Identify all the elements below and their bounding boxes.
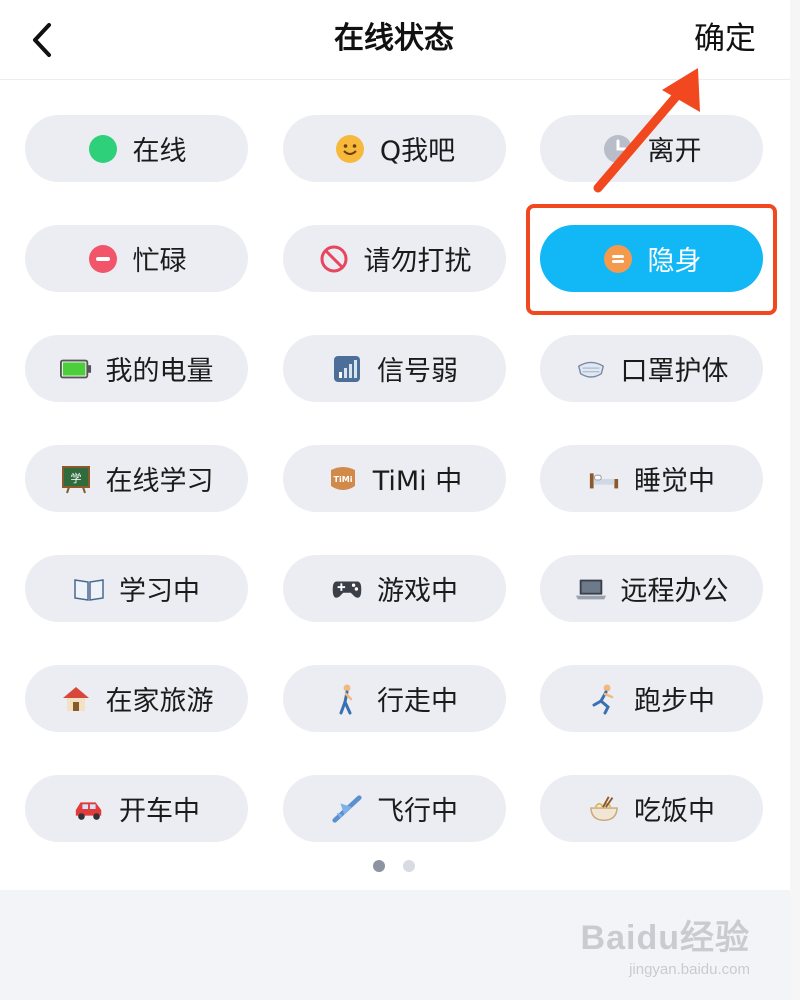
status-label: 在线 xyxy=(132,136,187,167)
status-option-17[interactable]: 跑步中 xyxy=(540,665,763,732)
status-label: 请勿打扰 xyxy=(363,246,472,277)
svg-text:学: 学 xyxy=(70,471,81,485)
status-label: 隐身 xyxy=(647,246,702,277)
green-dot-icon xyxy=(87,133,119,165)
bed-icon xyxy=(588,463,620,495)
clock-icon xyxy=(602,133,634,165)
status-label: 我的电量 xyxy=(105,356,214,387)
book-icon xyxy=(73,573,105,605)
busy-icon xyxy=(87,243,119,275)
status-label: 在家旅游 xyxy=(105,686,214,717)
gamepad-icon xyxy=(331,573,363,605)
status-label: Q我吧 xyxy=(379,136,456,167)
status-option-5[interactable]: 隐身 xyxy=(540,225,763,292)
status-label: 跑步中 xyxy=(634,686,715,717)
status-option-20[interactable]: 吃饭中 xyxy=(540,775,763,842)
status-label: 游戏中 xyxy=(377,576,458,607)
status-option-18[interactable]: 开车中 xyxy=(25,775,248,842)
smiley-icon xyxy=(334,133,366,165)
status-label: 口罩护体 xyxy=(620,356,729,387)
status-option-1[interactable]: Q我吧 xyxy=(283,115,506,182)
battery-icon xyxy=(59,353,92,385)
walking-icon xyxy=(331,683,363,715)
status-label: 行走中 xyxy=(377,686,458,717)
laptop-icon xyxy=(575,573,607,605)
page-dot-1[interactable] xyxy=(373,860,385,872)
status-option-8[interactable]: 口罩护体 xyxy=(540,335,763,402)
status-option-11[interactable]: 睡觉中 xyxy=(540,445,763,512)
status-option-4[interactable]: 请勿打扰 xyxy=(283,225,506,292)
timi-icon: TiMi xyxy=(327,463,359,495)
blackboard-icon: 学 xyxy=(60,463,92,495)
status-option-2[interactable]: 离开 xyxy=(540,115,763,182)
noodle-bowl-icon xyxy=(588,793,620,825)
status-label: 远程办公 xyxy=(620,576,729,607)
status-label: 吃饭中 xyxy=(634,796,715,827)
invisible-icon xyxy=(602,243,634,275)
status-option-9[interactable]: 学 在线学习 xyxy=(25,445,248,512)
status-label: 信号弱 xyxy=(377,356,458,387)
page-title: 在线状态 xyxy=(334,21,454,56)
car-icon xyxy=(73,793,105,825)
house-icon xyxy=(60,683,92,715)
status-label: 飞行中 xyxy=(377,796,458,827)
status-label: 离开 xyxy=(647,136,702,167)
page-dot-2[interactable] xyxy=(403,860,415,872)
status-label: 学习中 xyxy=(119,576,200,607)
mask-icon xyxy=(575,353,607,385)
status-option-16[interactable]: 行走中 xyxy=(283,665,506,732)
page-indicator xyxy=(0,860,788,872)
status-option-6[interactable]: 我的电量 xyxy=(25,335,248,402)
status-option-19[interactable]: 飞行中 xyxy=(283,775,506,842)
status-option-15[interactable]: 在家旅游 xyxy=(25,665,248,732)
status-label: 忙碌 xyxy=(132,246,187,277)
status-option-12[interactable]: 学习中 xyxy=(25,555,248,622)
status-option-13[interactable]: 游戏中 xyxy=(283,555,506,622)
airplane-icon xyxy=(331,793,363,825)
watermark-url: jingyan.baidu.com xyxy=(629,961,750,978)
running-icon xyxy=(588,683,620,715)
status-label: 在线学习 xyxy=(105,466,214,497)
status-option-7[interactable]: 信号弱 xyxy=(283,335,506,402)
status-option-10[interactable]: TiMi TiMi 中 xyxy=(283,445,506,512)
status-label: 开车中 xyxy=(119,796,200,827)
status-label: 睡觉中 xyxy=(634,466,715,497)
confirm-button[interactable]: 确定 xyxy=(694,0,756,80)
nav-bar: 在线状态 确定 xyxy=(0,0,800,80)
status-option-14[interactable]: 远程办公 xyxy=(540,555,763,622)
no-entry-icon xyxy=(318,243,350,275)
signal-icon xyxy=(331,353,363,385)
status-option-0[interactable]: 在线 xyxy=(25,115,248,182)
status-option-3[interactable]: 忙碌 xyxy=(25,225,248,292)
watermark: Baidu经验 jingyan.baidu.com xyxy=(581,910,750,978)
status-label: TiMi 中 xyxy=(372,466,463,497)
watermark-logo: Baidu经验 xyxy=(580,919,750,957)
edge-strip xyxy=(790,0,800,1000)
svg-text:TiMi: TiMi xyxy=(333,475,352,484)
